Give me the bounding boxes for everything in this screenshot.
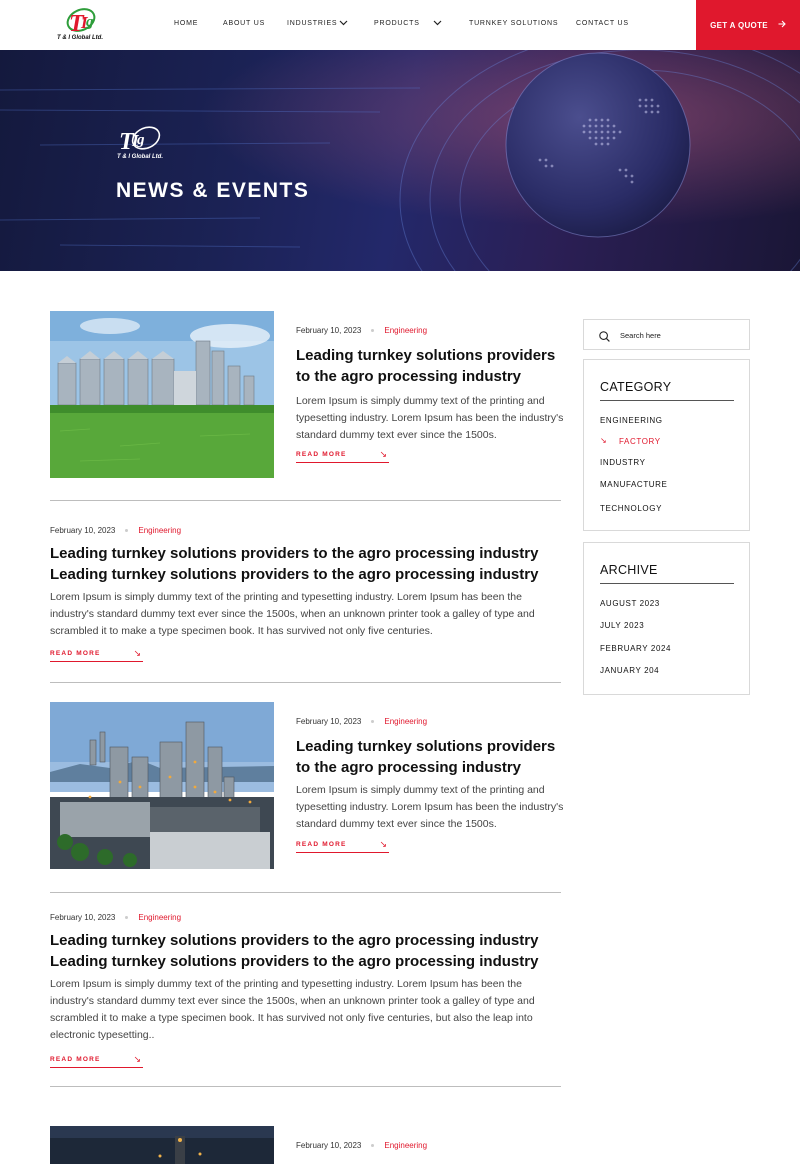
category-rule [600, 400, 734, 401]
nav-industries[interactable]: INDUSTRIES [287, 20, 337, 27]
post-meta: February 10, 2023 Engineering [50, 913, 181, 922]
search-icon[interactable] [599, 329, 610, 347]
post-category-link[interactable]: Engineering [384, 326, 427, 335]
get-a-quote-label: GET A QUOTE [710, 20, 768, 30]
category-item-engineering[interactable]: ENGINEERING [600, 416, 663, 425]
arrow-down-right-icon: ↘ [133, 648, 141, 658]
post-divider [50, 682, 561, 683]
chevron-down-icon[interactable] [339, 18, 348, 29]
read-more-label: READ MORE [50, 1056, 101, 1063]
category-title: CATEGORY [600, 380, 672, 394]
arrow-right-icon [778, 20, 786, 30]
nav-turnkey-solutions[interactable]: TURNKEY SOLUTIONS [469, 20, 558, 27]
read-more-link[interactable]: READ MORE ↘ [296, 839, 389, 853]
chevron-down-icon[interactable] [433, 18, 442, 29]
category-item-factory[interactable]: FACTORY [619, 437, 661, 446]
nav-products[interactable]: PRODUCTS [374, 20, 420, 27]
archive-widget: ARCHIVE AUGUST 2023 JULY 2023 FEBRUARY 2… [583, 542, 750, 695]
archive-rule [600, 583, 734, 584]
post-date: February 10, 2023 [296, 326, 362, 335]
svg-text:g: g [85, 14, 94, 30]
category-item-industry[interactable]: INDUSTRY [600, 458, 646, 467]
arrow-down-right-icon: ↘ [379, 449, 387, 459]
post-category-link[interactable]: Engineering [384, 1141, 427, 1150]
post-category-link[interactable]: Engineering [138, 526, 181, 535]
search-input[interactable] [620, 328, 740, 342]
search-box[interactable] [583, 319, 750, 350]
post-meta: February 10, 2023 Engineering [50, 526, 181, 535]
archive-item[interactable]: AUGUST 2023 [600, 599, 660, 608]
hero-logo-text: T & I Global Ltd. [117, 154, 163, 160]
arrow-down-right-icon: ↘ [379, 839, 387, 849]
logo-mark-icon: T I g [119, 126, 161, 155]
category-item-technology[interactable]: TECHNOLOGY [600, 504, 662, 513]
read-more-label: READ MORE [296, 451, 347, 458]
category-item-manufacture[interactable]: MANUFACTURE [600, 480, 668, 489]
post-category-link[interactable]: Engineering [138, 913, 181, 922]
arrow-down-right-icon: ↘ [600, 436, 607, 445]
post-meta: February 10, 2023 Engineering [296, 717, 427, 726]
read-more-link[interactable]: READ MORE ↘ [296, 449, 389, 463]
archive-item[interactable]: JULY 2023 [600, 621, 644, 630]
nav-contact-us[interactable]: CONTACT US [576, 20, 629, 27]
post-title[interactable]: Leading turnkey solutions providers to t… [296, 345, 562, 387]
post-meta: February 10, 2023 Engineering [296, 1141, 427, 1150]
hero-banner: T I g T & I Global Ltd. NEWS & EVENTS [0, 50, 800, 271]
post-excerpt: Lorem Ipsum is simply dummy text of the … [296, 784, 564, 830]
archive-title: ARCHIVE [600, 563, 658, 577]
post-date: February 10, 2023 [296, 1141, 362, 1150]
post-divider [50, 500, 561, 501]
logo-text: T & I Global Ltd. [57, 35, 103, 41]
read-more-label: READ MORE [296, 841, 347, 848]
post-excerpt: Lorem Ipsum is simply dummy text of the … [50, 978, 535, 1041]
post-divider [50, 892, 561, 893]
post-category-link[interactable]: Engineering [384, 717, 427, 726]
nav-about-us[interactable]: ABOUT US [223, 20, 265, 27]
navbar: T I g T & I Global Ltd. HOME ABOUT US IN… [0, 0, 800, 50]
post-title[interactable]: Leading turnkey solutions providers to t… [50, 543, 561, 585]
arrow-down-right-icon: ↘ [133, 1054, 141, 1064]
post-date: February 10, 2023 [296, 717, 362, 726]
brand-logo[interactable]: T I g T & I Global Ltd. [52, 6, 108, 44]
post-meta: February 10, 2023 Engineering [296, 326, 427, 335]
get-a-quote-button[interactable]: GET A QUOTE [696, 0, 800, 50]
page-title: NEWS & EVENTS [116, 179, 310, 202]
read-more-label: READ MORE [50, 650, 101, 657]
post-title[interactable]: Leading turnkey solutions providers to t… [50, 930, 561, 972]
post-divider [50, 1086, 561, 1087]
post-title[interactable]: Leading turnkey solutions providers to t… [296, 736, 562, 778]
post-excerpt: Lorem Ipsum is simply dummy text of the … [50, 591, 535, 637]
nav-home[interactable]: HOME [174, 20, 198, 27]
archive-item[interactable]: FEBRUARY 2024 [600, 644, 671, 653]
read-more-link[interactable]: READ MORE ↘ [50, 648, 143, 662]
post-date: February 10, 2023 [50, 913, 116, 922]
logo-mark-icon: T I g [66, 8, 96, 36]
archive-item[interactable]: JANUARY 204 [600, 666, 659, 675]
post-excerpt: Lorem Ipsum is simply dummy text of the … [296, 395, 564, 441]
svg-text:g: g [136, 132, 145, 148]
post-image-agro-silos[interactable] [50, 311, 274, 478]
post-date: February 10, 2023 [50, 526, 116, 535]
category-widget: CATEGORY ENGINEERING ↘ FACTORY INDUSTRY … [583, 359, 750, 531]
read-more-link[interactable]: READ MORE ↘ [50, 1054, 143, 1068]
post-image-cement-plant[interactable] [50, 702, 274, 869]
hero-logo: T I g T & I Global Ltd. [117, 124, 173, 164]
post-image-night-plant[interactable] [50, 1126, 274, 1164]
